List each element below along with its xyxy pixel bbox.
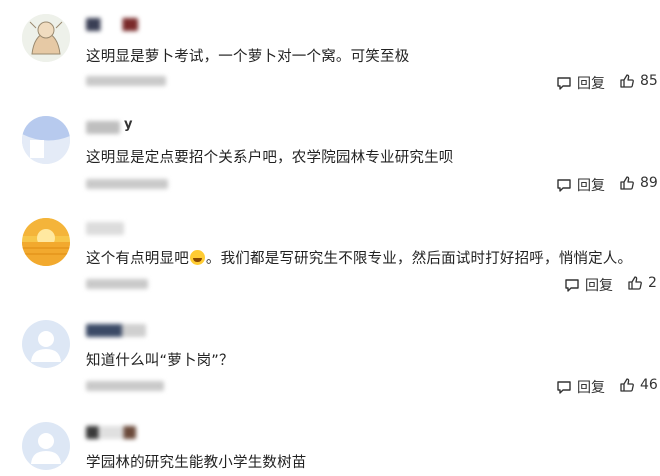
username[interactable] [86,18,138,31]
comment-icon [557,179,571,192]
avatar[interactable] [22,14,70,62]
comment-text: 这明显是定点要招个关系户吧，农学院园林专业研究生呗 [86,150,454,166]
comment-text-part: 这个有点明显吧 [86,251,189,267]
username[interactable] [86,121,120,134]
comment-text: 这明显是萝卜考试，一个萝卜对一个窝。可笑至极 [86,49,410,65]
like-count: 46 [640,377,658,393]
avatar[interactable] [22,422,70,470]
reply-label: 回复 [585,278,613,294]
thumbs-up-icon [620,74,634,88]
like-count: 2 [648,275,657,291]
like-button[interactable]: 85 [619,73,658,89]
grinning-face-emoji-icon [189,250,205,265]
reply-button[interactable]: 回复 [564,275,613,295]
comment-meta [86,76,166,86]
comment-icon [565,279,579,292]
reply-label: 回复 [577,178,605,194]
avatar[interactable] [22,218,70,266]
reply-button[interactable]: 回复 [556,73,605,93]
comment-meta [86,381,164,391]
comment-text: 这个有点明显吧 。我们都是写研究生不限专业，然后面试时打好招呼，悄悄定人。 [86,247,632,268]
username-visible[interactable]: y [124,117,132,132]
comment-text-part: 。我们都是写研究生不限专业，然后面试时打好招呼，悄悄定人。 [205,251,633,267]
thumbs-up-icon [620,378,634,392]
like-button[interactable]: 46 [619,377,658,393]
username[interactable] [86,426,136,439]
comment-icon [557,77,571,90]
reply-label: 回复 [577,76,605,92]
reply-button[interactable]: 回复 [556,175,605,195]
like-button[interactable]: 2 [627,275,657,291]
comment-meta [86,179,168,189]
username[interactable] [86,324,146,337]
like-count: 89 [640,175,658,191]
avatar[interactable] [22,320,70,368]
reply-button[interactable]: 回复 [556,377,605,397]
thumbs-up-icon [628,276,642,290]
username[interactable] [86,222,124,235]
comment-text: 知道什么叫“萝卜岗”？ [86,353,234,369]
thumbs-up-icon [620,176,634,190]
like-button[interactable]: 89 [619,175,658,191]
comment-meta [86,279,148,289]
avatar[interactable] [22,116,70,164]
comment-text: 学园林的研究生能教小学生数树苗 [86,455,307,471]
reply-label: 回复 [577,380,605,396]
comment-icon [557,381,571,394]
like-count: 85 [640,73,658,89]
